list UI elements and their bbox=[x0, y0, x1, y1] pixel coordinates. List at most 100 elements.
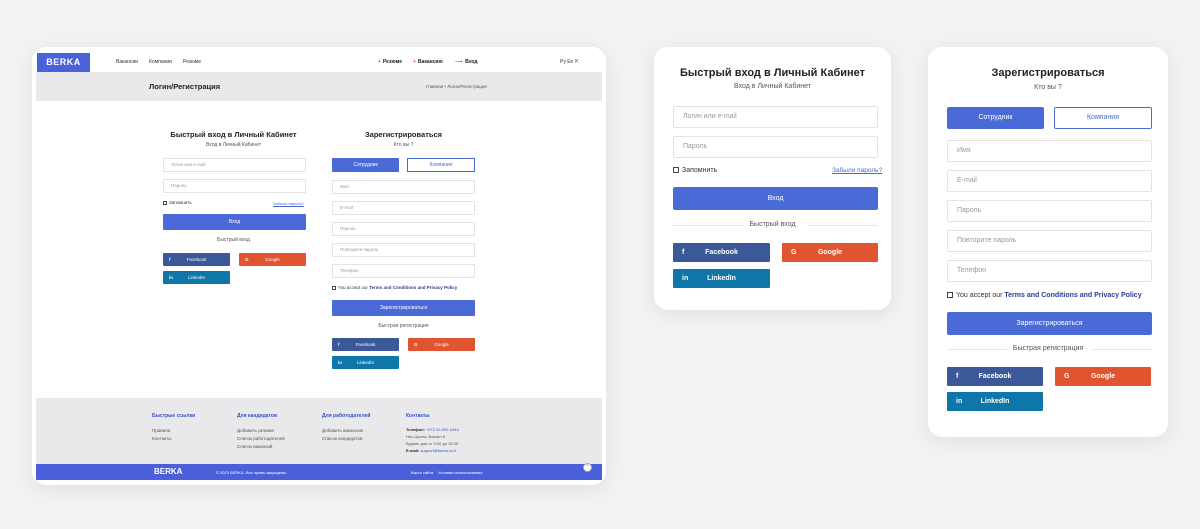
company-toggle[interactable]: Компания bbox=[1054, 107, 1152, 129]
login-input[interactable]: Логин или e-mail bbox=[673, 106, 878, 128]
scroll-up-icon[interactable]: ⌃ bbox=[583, 463, 592, 472]
mini-register-title: Зарегистрироваться bbox=[364, 130, 443, 139]
footer-logo[interactable]: BERKA bbox=[154, 467, 182, 476]
linkedin-icon: in bbox=[682, 275, 689, 282]
mini-forgot-link[interactable]: Забыли пароль? bbox=[273, 201, 304, 206]
nav-login[interactable]: ⟶ Вход bbox=[455, 59, 478, 65]
nav-link-companies[interactable]: Компании bbox=[149, 59, 172, 65]
mini-employee-toggle[interactable]: Сотрудник bbox=[332, 158, 399, 172]
google-icon: G bbox=[414, 342, 418, 347]
site-footer: Быстрые ссылки Правила Контакты Для канд… bbox=[36, 398, 602, 464]
mini-quick-label: Быстрый вход bbox=[217, 237, 250, 243]
facebook-login-button[interactable]: f Facebook bbox=[673, 243, 770, 262]
footer-phone[interactable]: +972 00-902-4444 bbox=[426, 427, 459, 432]
name-input[interactable]: Имя bbox=[947, 140, 1152, 162]
top-nav: BERKA Вакансии Компании Резюме + Резюме +… bbox=[32, 47, 606, 72]
login-title: Быстрый вход в Личный Кабинет bbox=[679, 67, 866, 79]
nav-add-resume[interactable]: + Резюме bbox=[378, 59, 402, 65]
phone-input[interactable]: Телефон bbox=[947, 260, 1152, 282]
mini-login-button[interactable]: Вход bbox=[163, 214, 306, 230]
footer-link-rules[interactable]: Правила bbox=[152, 428, 170, 433]
facebook-icon: f bbox=[169, 257, 171, 262]
linkedin-login-button[interactable]: in LinkedIn bbox=[673, 269, 770, 288]
register-subtitle: Кто вы ? bbox=[1034, 84, 1062, 91]
footer-link-employers[interactable]: Список работодателей bbox=[237, 436, 285, 441]
mini-google-button[interactable]: G Google bbox=[239, 253, 306, 266]
mini-terms-link[interactable]: Terms and Conditions and Privacy Policy bbox=[369, 285, 457, 290]
footer-email[interactable]: support@berka.co.il bbox=[420, 448, 456, 453]
mini-phone-input[interactable]: Телефон bbox=[332, 264, 475, 278]
mini-password-input[interactable]: Пароль bbox=[163, 179, 306, 193]
mini-terms-checkbox[interactable]: You accept our Terms and Conditions and … bbox=[332, 285, 457, 290]
footer-link-add-resume[interactable]: Добавить резюме bbox=[237, 428, 274, 433]
page-titlebar: Логин/Регистрация Главная • Логин/Регист… bbox=[36, 72, 602, 101]
google-login-button[interactable]: G Google bbox=[782, 243, 878, 262]
terms-checkbox[interactable]: You accept our Terms and Conditions and … bbox=[947, 292, 1142, 299]
login-card: Быстрый вход в Личный Кабинет Вход в Лич… bbox=[654, 47, 891, 310]
nav-link-resumes[interactable]: Резюме bbox=[183, 59, 201, 65]
language-switcher[interactable]: Ру En ⇱ bbox=[560, 59, 579, 65]
linkedin-icon: in bbox=[956, 398, 963, 405]
register-button[interactable]: Зарегистрироваться bbox=[947, 312, 1152, 335]
footer-link-candidates[interactable]: Список кандидатов bbox=[322, 436, 362, 441]
sitemap-link[interactable]: Карта сайта bbox=[411, 470, 433, 475]
mini-company-toggle[interactable]: Компания bbox=[407, 158, 475, 172]
footer-link-contacts[interactable]: Контакты bbox=[152, 436, 171, 441]
mini-reg-facebook-button[interactable]: f Facebook bbox=[332, 338, 399, 351]
mini-quick-register-label: Быстрая регистрация bbox=[378, 323, 429, 329]
mini-reg-linkedin-button[interactable]: in LinkedIn bbox=[332, 356, 399, 369]
mini-facebook-button[interactable]: f Facebook bbox=[163, 253, 230, 266]
nav-link-vacancies[interactable]: Вакансии bbox=[116, 59, 138, 65]
footer-link-vacancies[interactable]: Список вакансий bbox=[237, 444, 272, 449]
divider bbox=[1092, 349, 1152, 350]
footer-heading-candidates: Для кандидатов bbox=[237, 413, 278, 419]
mini-reg-password-input[interactable]: Пароль bbox=[332, 222, 475, 236]
password-input[interactable]: Пароль bbox=[673, 136, 878, 158]
google-register-button[interactable]: G Google bbox=[1055, 367, 1151, 386]
mini-login-box: Быстрый вход в Личный Кабинет Вход в Лич… bbox=[153, 120, 314, 298]
reg-password-input[interactable]: Пароль bbox=[947, 200, 1152, 222]
footer-link-add-vacancy[interactable]: Добавить вакансию bbox=[322, 428, 363, 433]
mini-name-input[interactable]: Имя bbox=[332, 180, 475, 194]
footer-contacts: Телефон: +972 00-902-4444 Нес-Циона, Вок… bbox=[406, 427, 459, 453]
forgot-password-link[interactable]: Забыли пароль? bbox=[832, 167, 882, 174]
mini-register-subtitle: Кто вы ? bbox=[393, 142, 414, 148]
mini-remember-checkbox[interactable]: Запомнить bbox=[163, 200, 192, 205]
mini-reg-google-button[interactable]: G Google bbox=[408, 338, 475, 351]
linkedin-register-button[interactable]: in LinkedIn bbox=[947, 392, 1043, 411]
login-button[interactable]: Вход bbox=[673, 187, 878, 210]
terms-of-use-link[interactable]: Условия использования bbox=[438, 470, 482, 475]
mini-register-box: Зарегистрироваться Кто вы ? Сотрудник Ко… bbox=[322, 120, 485, 382]
mini-linkedin-button[interactable]: in LinkedIn bbox=[163, 271, 230, 284]
mini-login-title: Быстрый вход в Личный Кабинет bbox=[170, 130, 297, 139]
facebook-icon: f bbox=[956, 373, 959, 380]
divider bbox=[807, 225, 878, 226]
nav-add-vacancy[interactable]: + Вакансию bbox=[413, 59, 443, 65]
facebook-register-button[interactable]: f Facebook bbox=[947, 367, 1043, 386]
remember-checkbox[interactable]: Запомнить bbox=[673, 167, 717, 174]
breadcrumb[interactable]: Главная • Логин/Регистрация bbox=[426, 84, 487, 89]
linkedin-icon: in bbox=[169, 275, 173, 280]
footer-heading-quick: Быстрые ссылки bbox=[152, 413, 196, 419]
page-preview: BERKA Вакансии Компании Резюме + Резюме +… bbox=[32, 47, 606, 485]
footer-heading-contacts: Контакты bbox=[406, 413, 430, 419]
login-subtitle: Вход в Личный Кабинет bbox=[734, 83, 811, 90]
google-icon: G bbox=[245, 257, 249, 262]
register-card: Зарегистрироваться Кто вы ? Сотрудник Ко… bbox=[928, 47, 1168, 437]
email-input[interactable]: E-mail bbox=[947, 170, 1152, 192]
employee-toggle[interactable]: Сотрудник bbox=[947, 107, 1044, 129]
repeat-password-input[interactable]: Повторите пароль bbox=[947, 230, 1152, 252]
arrow-right-icon: ⟶ bbox=[455, 59, 463, 65]
mini-email-input[interactable]: E-mail bbox=[332, 201, 475, 215]
facebook-icon: f bbox=[682, 249, 685, 256]
register-title: Зарегистрироваться bbox=[991, 67, 1105, 79]
brand-logo[interactable]: BERKA bbox=[37, 53, 90, 72]
page-title: Логин/Регистрация bbox=[149, 82, 221, 91]
mini-register-button[interactable]: Зарегистрироваться bbox=[332, 300, 475, 316]
terms-link[interactable]: Terms and Conditions and Privacy Policy bbox=[1004, 292, 1141, 299]
google-icon: G bbox=[1064, 373, 1070, 380]
mini-login-input[interactable]: Логин или e-mail bbox=[163, 158, 306, 172]
facebook-icon: f bbox=[338, 342, 340, 347]
linkedin-icon: in bbox=[338, 360, 342, 365]
mini-repeat-password-input[interactable]: Повторите пароль bbox=[332, 243, 475, 257]
